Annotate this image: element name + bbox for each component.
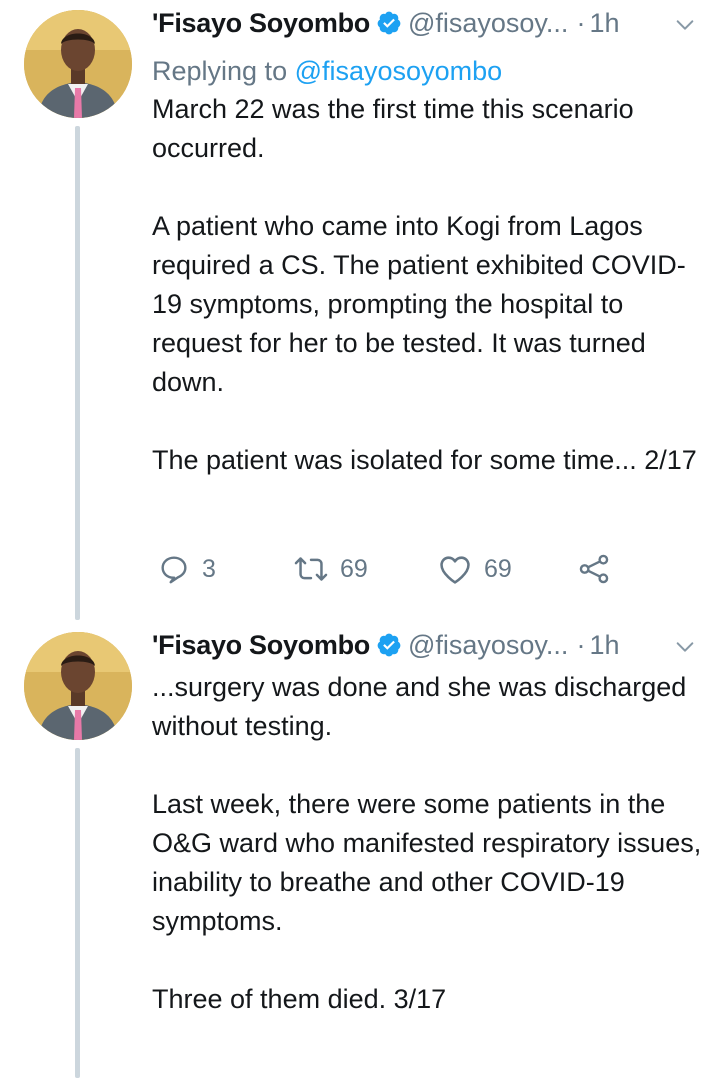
reply-count: 3 bbox=[202, 554, 216, 583]
author-display-name[interactable]: 'Fisayo Soyombo bbox=[152, 626, 370, 664]
tweet-timestamp[interactable]: 1h bbox=[589, 4, 619, 42]
replying-to-handle-link[interactable]: @fisayosoyombo bbox=[295, 56, 503, 86]
chevron-down-icon[interactable] bbox=[674, 636, 696, 658]
replying-to-label: Replying to bbox=[152, 56, 288, 86]
retweet-count: 69 bbox=[340, 554, 368, 583]
share-button[interactable] bbox=[578, 549, 610, 589]
tweet-actions: 3 69 69 bbox=[158, 549, 618, 589]
header-separator: · bbox=[576, 630, 586, 660]
author-avatar[interactable] bbox=[24, 10, 132, 118]
tweet-paragraph: Three of them died. 3/17 bbox=[152, 984, 447, 1014]
tweet-paragraph: The patient was isolated for some time..… bbox=[152, 445, 697, 475]
tweet[interactable]: 'Fisayo Soyombo @fisayosoy... · 1h Reply… bbox=[0, 0, 720, 620]
tweet-header: 'Fisayo Soyombo @fisayosoy... · 1h bbox=[152, 4, 702, 42]
thread-connector-line bbox=[75, 126, 80, 620]
verified-badge-icon bbox=[376, 10, 402, 36]
reply-icon bbox=[158, 553, 190, 585]
author-handle[interactable]: @fisayosoy... bbox=[408, 626, 568, 664]
tweet-header: 'Fisayo Soyombo @fisayosoy... · 1h bbox=[152, 626, 702, 664]
tweet-paragraph: A patient who came into Kogi from Lagos … bbox=[152, 211, 686, 397]
author-display-name[interactable]: 'Fisayo Soyombo bbox=[152, 4, 370, 42]
tweet-text: ...surgery was done and she was discharg… bbox=[152, 668, 702, 1019]
author-avatar[interactable] bbox=[24, 632, 132, 740]
heart-icon bbox=[438, 553, 472, 585]
tweet-content: 'Fisayo Soyombo @fisayosoy... · 1h Reply… bbox=[152, 4, 702, 480]
tweet-timestamp[interactable]: 1h bbox=[589, 626, 619, 664]
header-separator: · bbox=[576, 8, 586, 38]
tweet-paragraph: Last week, there were some patients in t… bbox=[152, 789, 702, 936]
tweet-paragraph: March 22 was the first time this scenari… bbox=[152, 94, 634, 163]
thread-connector-line bbox=[75, 748, 80, 1078]
avatar-photo-icon bbox=[24, 10, 132, 118]
tweet[interactable]: 'Fisayo Soyombo @fisayosoy... · 1h ...su… bbox=[0, 620, 720, 1078]
reply-button[interactable]: 3 bbox=[158, 549, 216, 589]
avatar-photo-icon bbox=[24, 632, 132, 740]
like-button[interactable]: 69 bbox=[438, 549, 512, 589]
tweet-content: 'Fisayo Soyombo @fisayosoy... · 1h ...su… bbox=[152, 626, 702, 1019]
verified-badge-icon bbox=[376, 632, 402, 658]
tweet-text: March 22 was the first time this scenari… bbox=[152, 90, 702, 480]
retweet-icon bbox=[294, 553, 328, 585]
author-handle[interactable]: @fisayosoy... bbox=[408, 4, 568, 42]
retweet-button[interactable]: 69 bbox=[294, 549, 368, 589]
chevron-down-icon[interactable] bbox=[674, 14, 696, 36]
like-count: 69 bbox=[484, 554, 512, 583]
replying-to: Replying to @fisayosoyombo bbox=[152, 52, 702, 90]
tweet-paragraph: ...surgery was done and she was discharg… bbox=[152, 672, 687, 741]
share-icon bbox=[578, 553, 610, 585]
